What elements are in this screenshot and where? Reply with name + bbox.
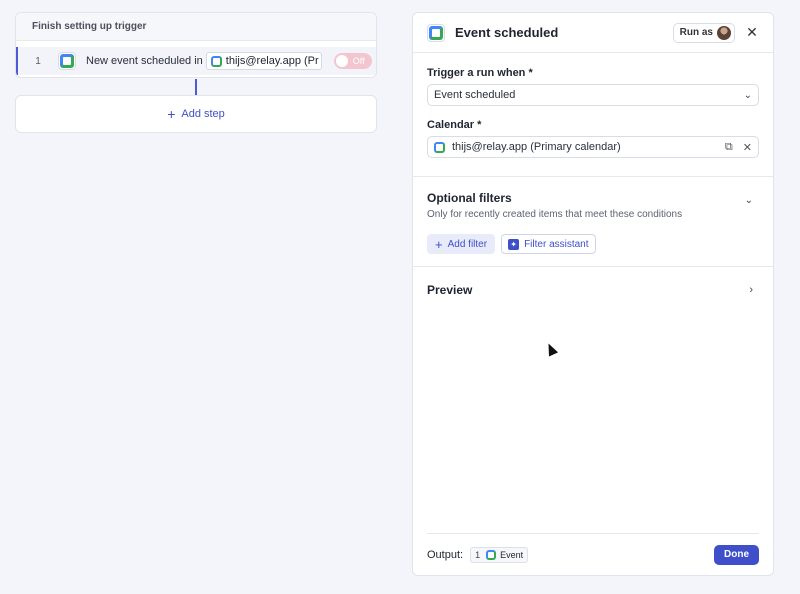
filter-assistant-button[interactable]: ✦ Filter assistant [501, 234, 596, 254]
add-filter-label: Add filter [447, 238, 488, 250]
filter-assistant-label: Filter assistant [524, 238, 589, 250]
external-link-icon[interactable]: ⧉ [725, 141, 733, 154]
toggle-label: Off [352, 56, 365, 66]
sparkle-icon: ✦ [508, 238, 520, 250]
avatar [717, 25, 731, 40]
plus-icon: + [167, 106, 176, 122]
add-filter-button[interactable]: + Add filter [427, 234, 496, 254]
trigger-select[interactable]: Event scheduled ⌄ [427, 84, 759, 106]
clear-icon[interactable]: ✕ [743, 141, 752, 154]
trigger-config-section: Trigger a run when * Event scheduled ⌄ C… [413, 53, 773, 177]
output-item-label: Event [500, 549, 524, 560]
calendar-select-value: thijs@relay.app (Primary calendar) [452, 141, 621, 153]
add-step-label: Add step [181, 108, 225, 120]
panel-title: Event scheduled [455, 25, 559, 40]
chevron-right-icon: › [749, 284, 753, 296]
output-label: Output: [427, 548, 464, 561]
trigger-select-value: Event scheduled [434, 89, 516, 101]
close-icon[interactable]: ✕ [745, 24, 759, 41]
step-description: New event scheduled in [86, 55, 203, 67]
optional-filters-subtitle: Only for recently created items that mee… [427, 209, 683, 220]
google-calendar-icon [486, 549, 497, 560]
calendar-chip-label: thijs@relay.app (Pr [225, 55, 319, 67]
add-step-button[interactable]: + Add step [15, 95, 377, 133]
run-as-button[interactable]: Run as [672, 22, 735, 43]
step-connector [195, 79, 197, 95]
chevron-down-icon[interactable]: ⌄ [745, 195, 753, 206]
trigger-settings-panel: Event scheduled Run as ✕ Trigger a run w… [412, 12, 774, 576]
google-calendar-icon [434, 141, 445, 153]
optional-filters-title: Optional filters [427, 191, 512, 205]
chevron-down-icon: ⌄ [743, 89, 752, 101]
google-calendar-icon [427, 23, 445, 42]
trigger-label: Trigger a run when * [427, 67, 533, 79]
done-button[interactable]: Done [714, 544, 759, 565]
google-calendar-icon [58, 52, 76, 70]
calendar-select[interactable]: thijs@relay.app (Primary calendar) ⧉ ✕ [427, 136, 759, 158]
trigger-card: Finish setting up trigger 1 New event sc… [15, 12, 377, 78]
preview-title: Preview [427, 283, 473, 297]
trigger-card-header: Finish setting up trigger [16, 13, 376, 41]
panel-footer: Output: 1 Event Done [427, 533, 759, 575]
panel-header: Event scheduled Run as ✕ [413, 13, 773, 53]
calendar-label: Calendar * [427, 119, 482, 131]
optional-filters-section: Optional filters Only for recently creat… [413, 177, 773, 267]
enable-toggle[interactable]: Off [333, 53, 372, 69]
calendar-chip[interactable]: thijs@relay.app (Pr ⧉ [205, 52, 322, 70]
workflow-step-row[interactable]: 1 New event scheduled in thijs@relay.app… [16, 47, 376, 75]
google-calendar-icon [210, 55, 222, 67]
preview-section[interactable]: Preview › [413, 267, 773, 313]
output-number: 1 [475, 549, 481, 560]
output-chip[interactable]: 1 Event [470, 546, 529, 563]
plus-icon: + [435, 236, 443, 252]
step-number: 1 [35, 55, 41, 67]
run-as-label: Run as [679, 27, 713, 38]
toggle-knob [335, 55, 348, 67]
